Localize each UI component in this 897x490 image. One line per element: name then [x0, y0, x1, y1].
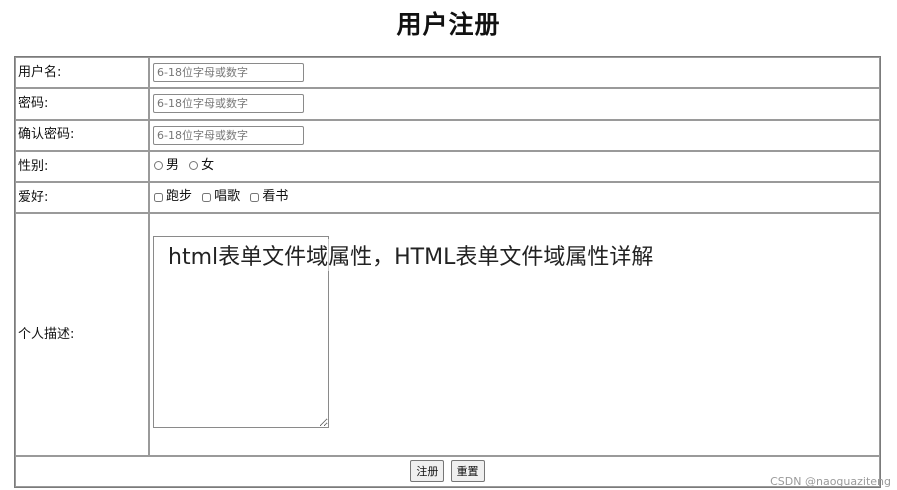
description-label: 个人描述: [15, 213, 149, 456]
buttons-row: 注册 重置 [15, 455, 880, 487]
gender-label: 性别: [15, 150, 149, 183]
hobby-label: 爱好: [15, 182, 149, 214]
username-label: 用户名: [15, 57, 149, 89]
register-button[interactable]: 注册 [410, 460, 445, 483]
confirm-password-label: 确认密码: [15, 119, 149, 151]
confirm-password-input[interactable] [153, 125, 304, 145]
hobby-singing-text: 唱歌 [214, 189, 241, 205]
gender-female-text: 女 [201, 158, 215, 174]
gender-cell: 男 女 [149, 150, 880, 183]
hobby-singing-checkbox[interactable] [202, 192, 212, 202]
username-row: 用户名: [15, 57, 880, 89]
buttons-cell: 注册 重置 [15, 455, 880, 487]
hobby-reading-text: 看书 [262, 189, 289, 205]
reset-button[interactable]: 重置 [450, 460, 485, 483]
hobby-row: 爱好: 跑步 唱歌 看书 [15, 182, 880, 214]
gender-male-radio[interactable] [154, 161, 163, 171]
gender-male-text: 男 [166, 158, 180, 174]
hobby-running-checkbox[interactable] [154, 192, 163, 202]
password-cell [149, 88, 880, 120]
gender-option-female[interactable]: 女 [187, 158, 214, 174]
watermark: CSDN @naoguaziteng [770, 475, 891, 488]
registration-form-table: 用户名: 密码: 确认密码: 性别: 男 女 爱好: [14, 56, 881, 488]
confirm-password-row: 确认密码: [15, 119, 880, 151]
hobby-option-singing[interactable]: 唱歌 [200, 189, 240, 205]
password-input[interactable] [153, 94, 304, 114]
hobby-reading-checkbox[interactable] [250, 192, 260, 202]
overlay-caption: html表单文件域属性，HTML表单文件域属性详解 [168, 239, 654, 271]
username-input[interactable] [153, 63, 304, 83]
page-title: 用户注册 [396, 10, 501, 39]
confirm-password-cell [149, 119, 880, 151]
gender-female-radio[interactable] [189, 161, 199, 171]
hobby-option-reading[interactable]: 看书 [248, 189, 288, 205]
gender-option-male[interactable]: 男 [152, 158, 179, 174]
hobby-running-text: 跑步 [166, 189, 193, 205]
password-row: 密码: [15, 88, 880, 120]
hobby-cell: 跑步 唱歌 看书 [149, 182, 880, 214]
hobby-option-running[interactable]: 跑步 [152, 189, 192, 205]
username-cell [149, 57, 880, 89]
password-label: 密码: [15, 88, 149, 120]
gender-row: 性别: 男 女 [15, 150, 880, 183]
